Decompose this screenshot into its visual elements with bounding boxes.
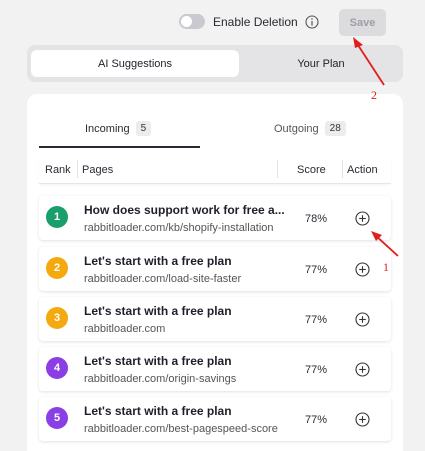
annotation-overlay: 1 2 <box>353 37 399 274</box>
annotation-marker-1: 1 <box>383 260 389 274</box>
annotation-marker-2: 2 <box>371 88 377 102</box>
annotation-arrow-1 <box>371 231 399 257</box>
annotation-arrow-2 <box>353 37 385 86</box>
